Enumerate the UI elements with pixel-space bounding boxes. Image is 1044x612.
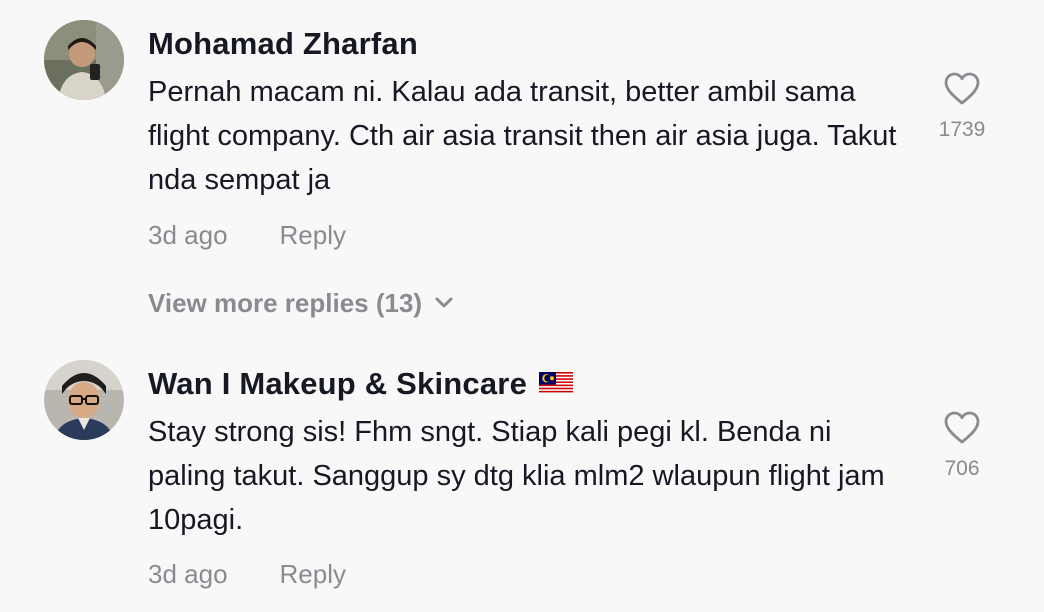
like-control: 1739 [922, 72, 1002, 142]
comment-time: 3d ago [148, 559, 228, 589]
comment-username[interactable]: Wan I Makeup & Skincare [148, 366, 574, 402]
heart-icon[interactable] [944, 72, 980, 106]
view-more-replies-button[interactable]: View more replies (13) [148, 288, 454, 319]
view-more-replies-label: View more replies (13) [148, 288, 423, 318]
comment-username-text: Wan I Makeup & Skincare [148, 366, 528, 401]
comment-meta: 3d ago Reply [148, 220, 346, 251]
reply-button[interactable]: Reply [280, 559, 346, 589]
reply-button[interactable]: Reply [280, 220, 346, 250]
comment-username[interactable]: Mohamad Zharfan [148, 26, 418, 62]
user-avatar-photo-icon [44, 360, 124, 440]
avatar[interactable] [44, 20, 124, 100]
heart-icon[interactable] [944, 411, 980, 445]
avatar[interactable] [44, 360, 124, 440]
comment-text: Stay strong sis! Fhm sngt. Stiap kali pe… [148, 416, 885, 536]
comment-meta: 3d ago Reply [148, 559, 346, 590]
like-count: 1739 [938, 118, 986, 141]
chevron-down-icon [435, 297, 453, 308]
user-avatar-photo-icon [44, 20, 124, 100]
comment-text: Pernah macam ni. Kalau ada transit, bett… [148, 76, 897, 196]
comment-time: 3d ago [148, 220, 228, 250]
like-control: 706 [922, 411, 1002, 481]
like-count: 706 [944, 457, 980, 480]
malaysia-flag-icon [539, 371, 574, 394]
